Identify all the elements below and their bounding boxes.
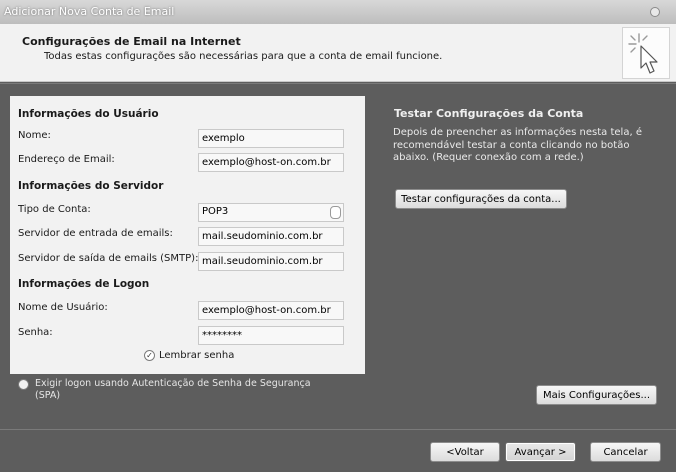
name-label: Nome: [18, 130, 51, 141]
password-input[interactable] [198, 326, 344, 345]
email-input[interactable] [198, 153, 344, 172]
test-settings-title: Testar Configurações da Conta [394, 107, 584, 120]
account-type-label: Tipo de Conta: [18, 204, 91, 215]
header-subtitle: Todas estas configurações são necessária… [44, 51, 443, 62]
remember-password-checkbox[interactable]: ✓ [144, 350, 155, 361]
title-bar: Adicionar Nova Conta de Email [0, 0, 676, 24]
test-account-settings-button[interactable]: Testar configurações da conta... [395, 189, 567, 209]
username-input[interactable] [198, 301, 344, 320]
close-icon[interactable] [650, 7, 660, 17]
account-type-value: POP3 [202, 206, 229, 217]
server-info-title: Informações do Servidor [18, 180, 164, 192]
dialog-window: Configurações de Email na Internet Todas… [0, 24, 676, 472]
username-label: Nome de Usuário: [18, 302, 108, 313]
user-info-title: Informações do Usuário [18, 108, 159, 120]
window-title: Adicionar Nova Conta de Email [4, 5, 175, 18]
outgoing-server-label: Servidor de saída de emails (SMTP): [18, 253, 199, 264]
dialog-header: Configurações de Email na Internet Todas… [0, 24, 676, 82]
more-settings-button[interactable]: Mais Configurações... [536, 385, 657, 405]
remember-password-label: Lembrar senha [159, 350, 235, 361]
dropdown-toggle-icon[interactable] [330, 206, 341, 219]
incoming-server-input[interactable] [198, 227, 344, 246]
email-label: Endereço de Email: [18, 154, 115, 165]
spa-option[interactable]: Exigir logon usando Autenticação de Senh… [18, 378, 318, 401]
back-button[interactable]: <Voltar [430, 442, 500, 462]
header-separator [0, 83, 676, 84]
spa-checkbox[interactable] [18, 379, 29, 390]
password-label: Senha: [18, 327, 53, 338]
account-type-select[interactable]: POP3 [198, 203, 344, 222]
logon-info-title: Informações de Logon [18, 278, 150, 290]
incoming-server-label: Servidor de entrada de emails: [18, 228, 173, 239]
header-title: Configurações de Email na Internet [22, 35, 241, 48]
account-settings-panel: Informações do Usuário Nome: Endereço de… [10, 96, 365, 374]
footer-separator [0, 429, 676, 430]
outgoing-server-input[interactable] [198, 252, 344, 271]
cancel-button[interactable]: Cancelar [590, 442, 661, 462]
test-settings-description: Depois de preencher as informações nesta… [393, 127, 642, 163]
next-button[interactable]: Avançar > [505, 442, 576, 462]
remember-password-option[interactable]: ✓ Lembrar senha [144, 350, 234, 361]
name-input[interactable] [198, 129, 344, 148]
cursor-click-icon [622, 27, 670, 79]
spa-label: Exigir logon usando Autenticação de Senh… [35, 378, 311, 401]
